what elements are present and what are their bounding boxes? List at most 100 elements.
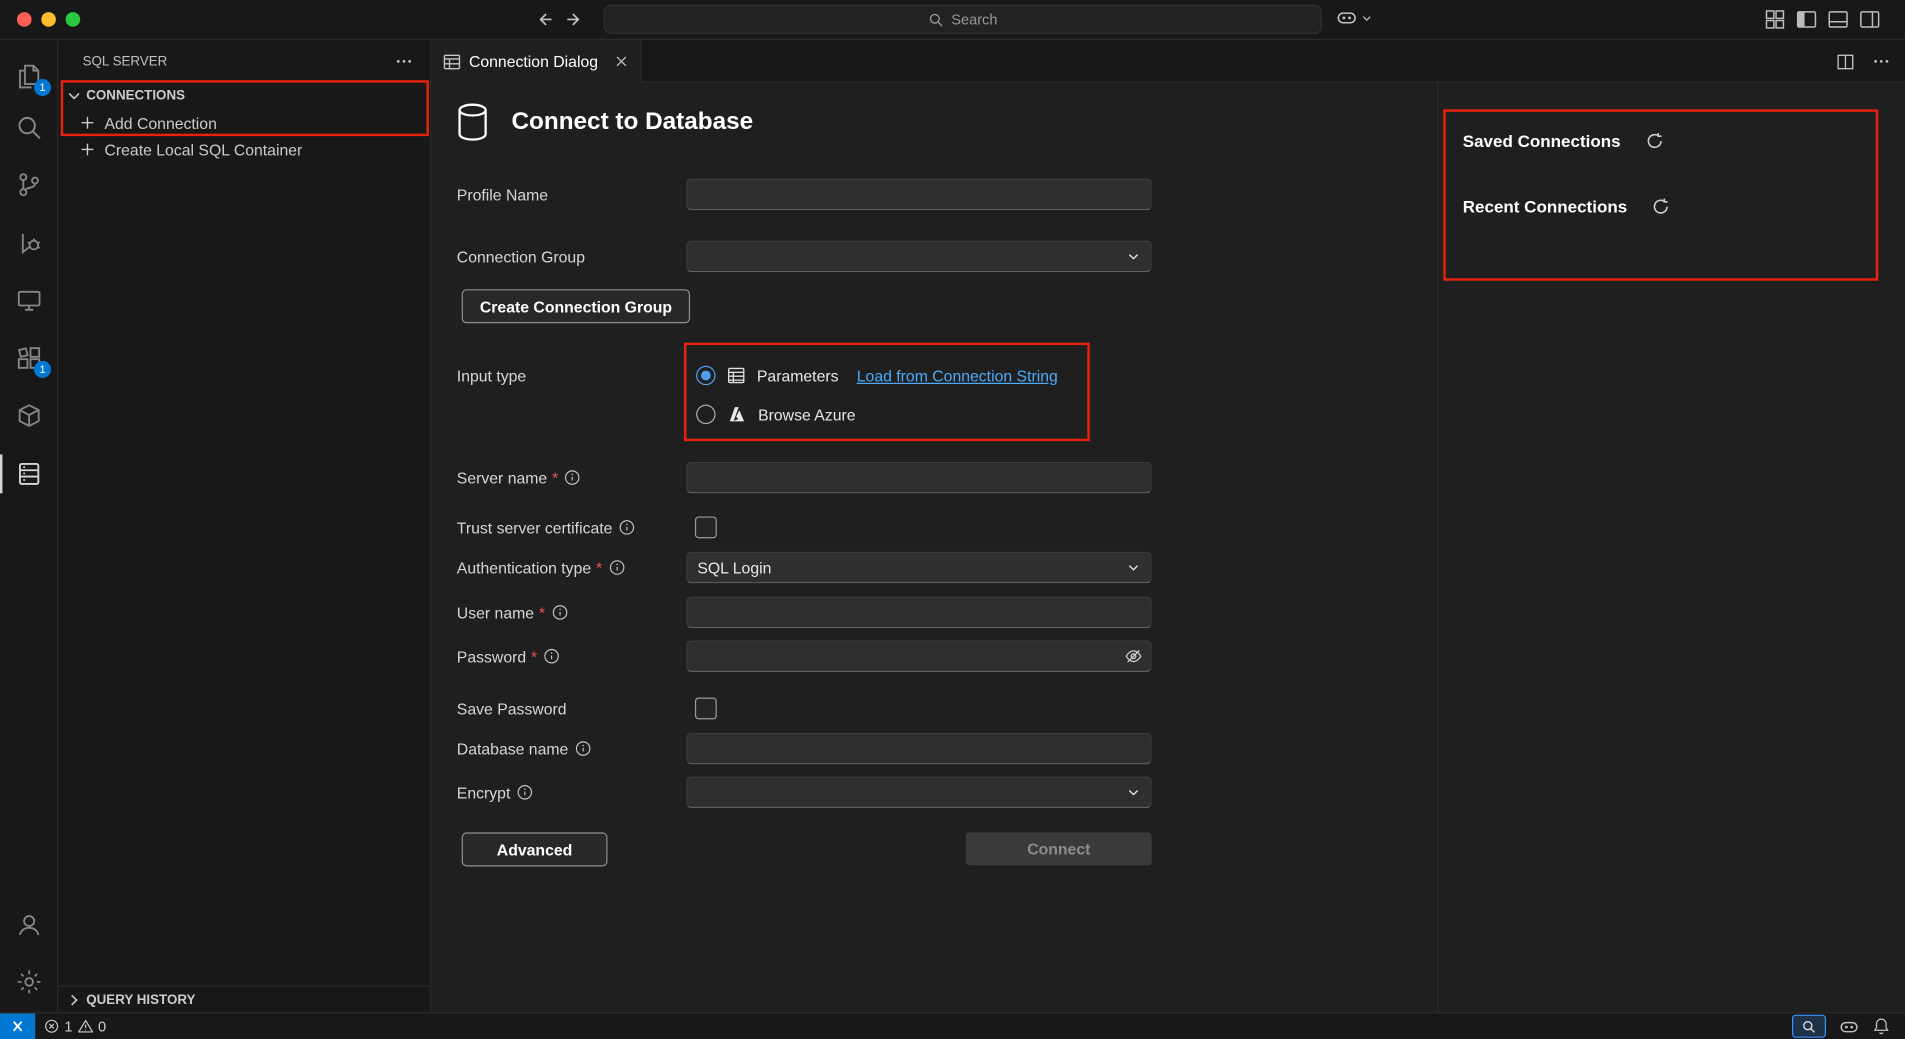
info-icon [551,604,568,621]
close-window-button[interactable] [17,12,32,27]
tab-connection-dialog[interactable]: Connection Dialog [431,40,641,83]
toggle-primary-sidebar-icon[interactable] [1796,9,1818,31]
advanced-button[interactable]: Advanced [462,832,608,866]
activitybar-source-control[interactable] [0,160,57,209]
trust-server-certificate-checkbox[interactable] [695,516,717,538]
authentication-type-select[interactable]: SQL Login [686,552,1151,584]
browse-azure-radio[interactable] [696,405,715,424]
user-name-label: User name [457,603,534,621]
titlebar-layout-controls [1764,9,1881,31]
bell-icon[interactable] [1872,1017,1890,1035]
vscode-window: Search [0,0,1905,1039]
sidebar-sql-server: SQL SERVER CONNECTIONS Add Connection Cr… [58,40,431,1012]
user-name-input[interactable] [686,597,1151,629]
eye-off-icon[interactable] [1124,646,1143,665]
activitybar-explorer[interactable]: 1 [0,52,57,101]
search-command-center[interactable]: Search [604,5,1322,34]
magnifier-icon [1802,1019,1817,1034]
create-connection-group-button[interactable]: Create Connection Group [462,289,691,323]
account-icon [15,911,42,938]
query-history-section-header[interactable]: QUERY HISTORY [58,986,430,1013]
close-icon[interactable] [614,53,630,69]
search-placeholder: Search [951,11,997,28]
activitybar-extensions[interactable]: 1 [0,334,57,383]
more-actions-icon[interactable] [1872,52,1890,70]
create-local-sql-container-item[interactable]: Create Local SQL Container [58,136,430,163]
toggle-panel-icon[interactable] [1827,9,1849,31]
copilot-status-icon[interactable] [1839,1017,1858,1036]
error-count: 1 [64,1018,72,1035]
refresh-icon[interactable] [1645,131,1664,150]
required-marker: * [596,558,602,576]
azure-icon [727,405,748,424]
load-from-connection-string-link[interactable]: Load from Connection String [857,366,1058,384]
info-icon [564,469,581,486]
info-icon [574,740,591,757]
table-icon [442,52,461,71]
refresh-icon[interactable] [1651,197,1670,216]
parameters-form-icon [727,366,746,385]
saved-connections-title: Saved Connections [1463,131,1621,150]
toggle-secondary-sidebar-icon[interactable] [1859,9,1881,31]
customize-layout-icon[interactable] [1764,9,1786,31]
activitybar-sql-server[interactable] [0,450,57,499]
connections-section-label: CONNECTIONS [86,89,185,104]
back-arrow-icon[interactable] [531,6,558,33]
saved-connections-header: Saved Connections [1463,129,1665,153]
extensions-badge: 1 [34,361,51,378]
connections-section-header[interactable]: CONNECTIONS [58,83,430,110]
problems-status[interactable]: 1 0 [44,1018,106,1035]
search-icon [15,114,42,141]
more-actions-icon[interactable] [395,52,413,70]
chevron-down-icon [64,86,83,105]
remote-indicator[interactable] [0,1013,35,1039]
activitybar-containers[interactable] [0,391,57,440]
add-connection-item[interactable]: Add Connection [58,109,430,136]
sidebar-title: SQL SERVER [83,54,168,69]
info-icon [619,519,636,536]
zoom-indicator[interactable] [1792,1015,1826,1038]
database-name-input[interactable] [686,733,1151,765]
zoom-window-button[interactable] [66,12,81,27]
info-icon [608,559,625,576]
chevron-down-icon [1361,12,1373,24]
editor-actions [1836,40,1891,83]
copilot-icon [1336,7,1357,28]
encrypt-select[interactable] [686,777,1151,809]
parameters-radio-label[interactable]: Parameters [757,366,839,384]
database-name-label: Database name [457,739,569,757]
database-icon [456,102,490,142]
encrypt-label: Encrypt [457,783,511,801]
connection-group-label: Connection Group [457,247,585,265]
query-history-label: QUERY HISTORY [86,992,195,1007]
settings-button[interactable] [0,958,57,1007]
password-input[interactable] [686,640,1151,672]
create-local-sql-container-label: Create Local SQL Container [104,140,302,158]
copilot-menu-button[interactable] [1336,7,1372,28]
plus-icon [79,141,96,158]
required-marker: * [552,468,558,486]
sidebar-header: SQL SERVER [58,40,430,83]
minimize-window-button[interactable] [41,12,56,27]
connect-button[interactable]: Connect [966,832,1152,865]
input-type-label: Input type [457,366,526,384]
profile-name-input[interactable] [686,179,1151,211]
activitybar-run-debug[interactable] [0,219,57,268]
split-editor-icon[interactable] [1836,52,1855,71]
connection-group-select[interactable] [686,241,1151,273]
chevron-down-icon [1126,249,1141,264]
server-name-input[interactable] [686,462,1151,494]
forward-arrow-icon[interactable] [561,6,588,33]
connection-dialog-editor: Connect to Database Profile Name Connect… [431,83,1437,1013]
gear-icon [15,969,42,996]
monitor-icon [15,287,42,314]
account-button[interactable] [0,900,57,949]
explorer-badge: 1 [34,79,51,96]
required-marker: * [539,603,545,621]
parameters-radio[interactable] [696,366,715,385]
info-icon [543,648,560,665]
browse-azure-radio-label[interactable]: Browse Azure [758,405,855,423]
activitybar-search[interactable] [0,103,57,152]
activitybar-remote-explorer[interactable] [0,276,57,325]
save-password-checkbox[interactable] [695,698,717,720]
